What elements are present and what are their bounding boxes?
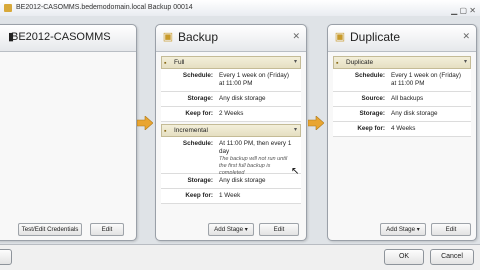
mouse-cursor-icon: ↖ bbox=[291, 166, 300, 177]
backup-panel-header: ▣ Backup ✕ bbox=[156, 25, 306, 52]
keep-label: Keep for: bbox=[357, 125, 385, 132]
source-value: All backups bbox=[391, 95, 424, 102]
source-label: Source: bbox=[361, 95, 385, 102]
schedule-value: Every 1 week on (Friday) at 11:00 PM bbox=[391, 72, 461, 87]
window-title: BE2012-CASOMMS.bedemodomain.local Backup… bbox=[16, 4, 193, 11]
schedule-label: Schedule: bbox=[354, 72, 385, 79]
duplicate-source-row[interactable]: Source: All backups bbox=[333, 92, 471, 107]
backup-title: Backup bbox=[178, 30, 219, 44]
chevron-down-icon: ▾ bbox=[416, 226, 420, 233]
window-titlebar: BE2012-CASOMMS.bedemodomain.local Backup… bbox=[0, 0, 480, 17]
server-edit-button[interactable]: Edit bbox=[90, 223, 124, 236]
dialog-footer: lp OK Cancel bbox=[0, 245, 480, 270]
chevron-down-icon[interactable]: ▾ bbox=[464, 57, 467, 68]
backup-panel: ▣ Backup ✕ ▪ Full ▾ Schedule: Every 1 we… bbox=[155, 24, 307, 241]
schedule-value: At 11:00 PM, then every 1 day bbox=[219, 140, 292, 155]
incremental-keep-row[interactable]: Keep for: 1 Week bbox=[161, 189, 301, 204]
job-canvas: ▮ BE2012-CASOMMS Test/Edit Credentials E… bbox=[0, 16, 480, 245]
full-label: Full bbox=[174, 59, 185, 66]
ok-button[interactable]: OK bbox=[384, 249, 424, 265]
backup-type-icon: ▪ bbox=[164, 128, 167, 135]
server-panel: ▮ BE2012-CASOMMS Test/Edit Credentials E… bbox=[0, 24, 137, 241]
backup-edit-button[interactable]: Edit bbox=[259, 223, 299, 236]
backup-icon: ▣ bbox=[162, 31, 174, 43]
add-stage-label: Add Stage bbox=[214, 226, 244, 233]
duplicate-panel-header: ▣ Duplicate ✕ bbox=[328, 25, 476, 52]
full-schedule-row[interactable]: Schedule: Every 1 week on (Friday) at 11… bbox=[161, 69, 301, 92]
storage-value: Any disk storage bbox=[219, 95, 266, 102]
app-icon bbox=[4, 4, 12, 12]
duplicate-schedule-row[interactable]: Schedule: Every 1 week on (Friday) at 11… bbox=[333, 69, 471, 92]
close-icon[interactable]: ✕ bbox=[292, 31, 300, 42]
duplicate-title: Duplicate bbox=[350, 30, 401, 44]
server-title: BE2012-CASOMMS bbox=[11, 31, 111, 43]
chevron-down-icon[interactable]: ▾ bbox=[294, 125, 297, 136]
incremental-schedule-row[interactable]: Schedule: At 11:00 PM, then every 1 day … bbox=[161, 137, 301, 176]
keep-value: 2 Weeks bbox=[219, 110, 244, 117]
help-button[interactable]: lp bbox=[0, 249, 12, 265]
keep-label: Keep for: bbox=[185, 192, 213, 199]
full-section-header[interactable]: ▪ Full ▾ bbox=[161, 56, 301, 69]
schedule-label: Schedule: bbox=[182, 140, 213, 147]
keep-value: 4 Weeks bbox=[391, 125, 416, 132]
storage-label: Storage: bbox=[187, 177, 213, 184]
chevron-down-icon[interactable]: ▾ bbox=[294, 57, 297, 68]
backup-type-icon: ▪ bbox=[164, 60, 167, 67]
cancel-button[interactable]: Cancel bbox=[430, 249, 474, 265]
storage-value: Any disk storage bbox=[391, 110, 438, 117]
flow-arrow-icon bbox=[137, 116, 153, 130]
incremental-section-header[interactable]: ▪ Incremental ▾ bbox=[161, 124, 301, 137]
duplicate-section-header[interactable]: ▪ Duplicate ▾ bbox=[333, 56, 471, 69]
chevron-down-icon: ▾ bbox=[244, 226, 248, 233]
schedule-value: Every 1 week on (Friday) at 11:00 PM bbox=[219, 72, 289, 87]
add-stage-button[interactable]: Add Stage ▾ bbox=[208, 223, 254, 236]
test-edit-credentials-button[interactable]: Test/Edit Credentials bbox=[18, 223, 82, 236]
duplicate-storage-row[interactable]: Storage: Any disk storage bbox=[333, 107, 471, 122]
full-keep-row[interactable]: Keep for: 2 Weeks bbox=[161, 107, 301, 122]
incremental-storage-row[interactable]: Storage: Any disk storage bbox=[161, 174, 301, 189]
full-storage-row[interactable]: Storage: Any disk storage bbox=[161, 92, 301, 107]
server-panel-header: ▮ BE2012-CASOMMS bbox=[0, 25, 136, 52]
duplicate-keep-row[interactable]: Keep for: 4 Weeks bbox=[333, 122, 471, 137]
storage-label: Storage: bbox=[359, 110, 385, 117]
duplicate-icon: ▣ bbox=[334, 31, 346, 43]
storage-value: Any disk storage bbox=[219, 177, 266, 184]
storage-label: Storage: bbox=[187, 95, 213, 102]
incremental-label: Incremental bbox=[174, 127, 208, 134]
add-stage-label: Add Stage bbox=[386, 226, 416, 233]
duplicate-panel: ▣ Duplicate ✕ ▪ Duplicate ▾ Schedule: Ev… bbox=[327, 24, 477, 241]
duplicate-edit-button[interactable]: Edit bbox=[431, 223, 471, 236]
close-icon[interactable]: ✕ bbox=[462, 31, 470, 42]
duplicate-type-icon: ▪ bbox=[336, 60, 339, 67]
keep-label: Keep for: bbox=[185, 110, 213, 117]
keep-value: 1 Week bbox=[219, 192, 241, 199]
add-stage-button[interactable]: Add Stage ▾ bbox=[380, 223, 426, 236]
duplicate-section-label: Duplicate bbox=[346, 59, 374, 66]
schedule-label: Schedule: bbox=[182, 72, 213, 79]
flow-arrow-icon bbox=[308, 116, 324, 130]
